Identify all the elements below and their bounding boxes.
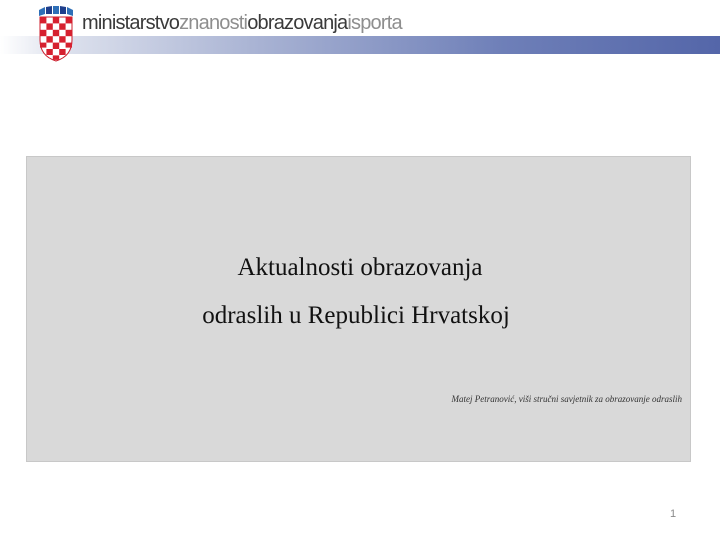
header-bar: ministarstvoznanostiobrazovanjaisporta [0, 0, 720, 62]
wordmark-isporta: isporta [347, 12, 402, 34]
wordmark-ministarstvo: ministarstvo [82, 12, 180, 34]
wordmark-znanosti: znanosti [179, 12, 248, 34]
ministry-wordmark: ministarstvoznanostiobrazovanjaisporta [82, 10, 403, 36]
slide-title-line-2: odraslih u Republici Hrvatskoj [202, 302, 510, 329]
author-subtitle: Matej Petranović, viši stručni savjetnik… [451, 394, 682, 404]
wordmark-obrazovanja: obrazovanja [247, 12, 348, 34]
croatian-coat-of-arms-icon [36, 6, 76, 62]
slide-title-line-1: Aktualnosti obrazovanja [237, 254, 483, 281]
header-gradient-band [0, 36, 720, 54]
slide-page-number: 1 [670, 508, 677, 520]
